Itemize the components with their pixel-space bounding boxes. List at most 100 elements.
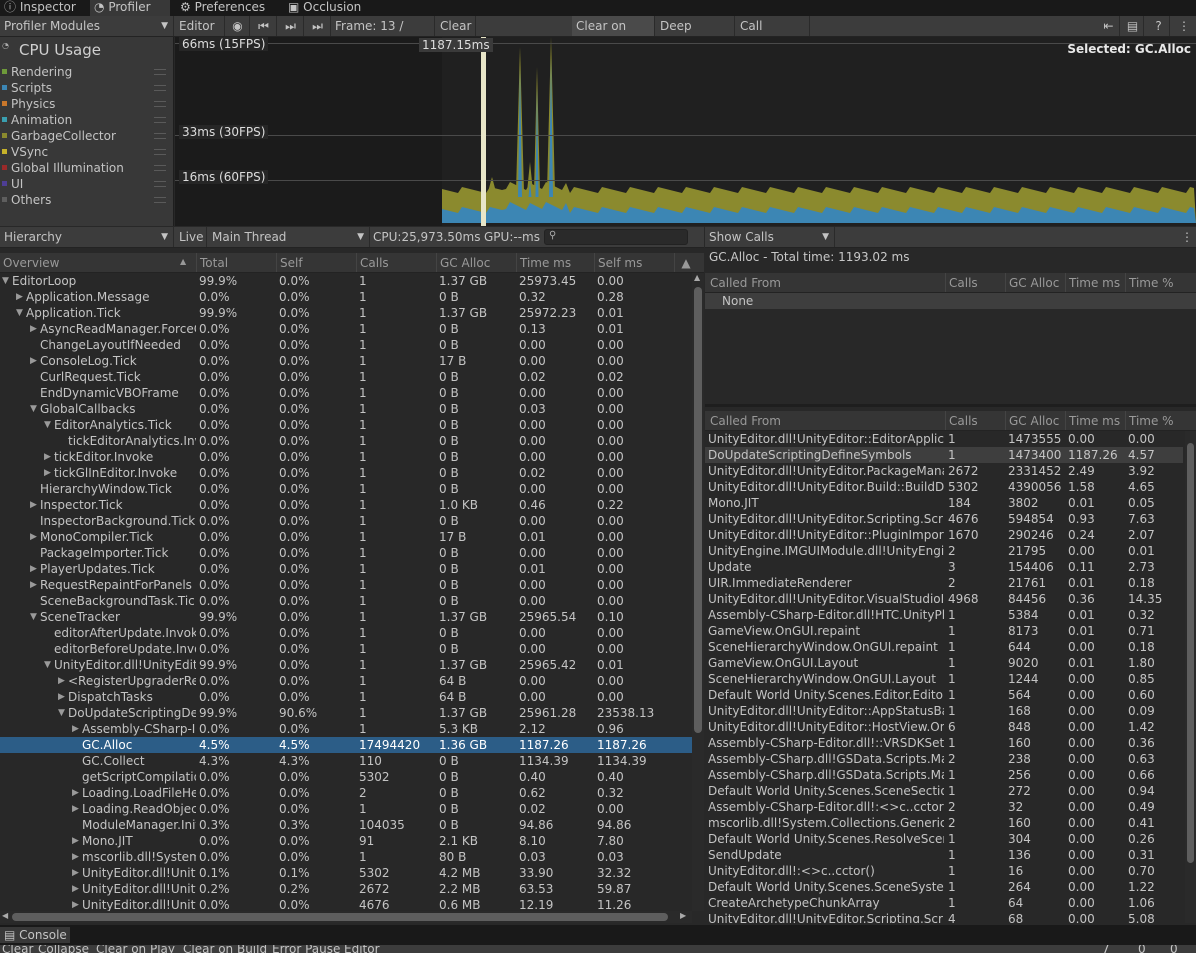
record-button[interactable]: ◉ — [226, 16, 250, 36]
list-item[interactable]: mscorlib.dll!System.Collections.Generic:… — [705, 815, 1183, 831]
table-row[interactable]: ModuleManager.Init 0.3% 0.3% 104035 0 B 94.86… — [0, 817, 692, 833]
col-self-ms[interactable]: Self ms — [594, 253, 674, 272]
scroll-thumb[interactable] — [1187, 443, 1194, 863]
drag-handle-icon[interactable] — [154, 101, 166, 107]
list-item[interactable]: UnityEditor.dll!UnityEditor::AppStatusBa… — [705, 703, 1183, 719]
list-item[interactable]: UnityEditor.dll!UnityEditor::HostView.On… — [705, 719, 1183, 735]
list-item[interactable]: SendUpdate 1 136 0.00 0.31 — [705, 847, 1183, 863]
expand-right-icon[interactable]: ▶ — [72, 721, 79, 737]
category-garbagecollector[interactable]: GarbageCollector — [0, 128, 172, 144]
table-row[interactable]: ▶ Application.Message 0.0% 0.0% 1 0 B 0.32 0.28 — [0, 289, 692, 305]
tab-occlusion[interactable]: ▣ Occlusion — [284, 0, 374, 16]
next-frame-button[interactable]: ⏭ — [278, 16, 304, 36]
thread-dropdown[interactable]: Main Thread ▼ — [208, 227, 370, 247]
drag-handle-icon[interactable] — [154, 85, 166, 91]
list-item[interactable]: Default World Unity.Scenes.ResolveScene 1… — [705, 831, 1183, 847]
list-item[interactable]: GameView.OnGUI.repaint 1 8173 0.01 0.71 — [705, 623, 1183, 639]
table-row[interactable]: ▶ Assembly-CSharp-I 0.0% 0.0% 1 5.3 KB 2.12 0.9… — [0, 721, 692, 737]
console-clear-on-build-button[interactable]: Clear on Build — [183, 945, 267, 953]
list-item[interactable]: Assembly-CSharp.dll!GSData.Scripts.Man 2 2… — [705, 751, 1183, 767]
col-time-ms[interactable]: Time ms — [516, 253, 594, 272]
list-item[interactable]: UnityEditor.dll!UnityEditor.PackageManag… — [705, 463, 1183, 479]
save-button[interactable]: ▤ — [1122, 16, 1144, 36]
expand-down-icon[interactable]: ▼ — [44, 657, 51, 673]
table-row[interactable]: SceneBackgroundTask.Tic 0.0% 0.0% 1 0 B 0.00 0… — [0, 593, 692, 609]
console-clear-button[interactable]: Clear — [2, 945, 33, 953]
table-row[interactable]: EndDynamicVBOFrame 0.0% 0.0% 1 0 B 0.00 0.00 — [0, 385, 692, 401]
expand-right-icon[interactable]: ▶ — [30, 577, 37, 593]
list-item[interactable]: UnityEditor.dll!UnityEditor.Scripting.Sc… — [705, 911, 1183, 923]
list-item[interactable]: SceneHierarchyWindow.OnGUI.repaint 1 644 0.… — [705, 639, 1183, 655]
expand-right-icon[interactable]: ▶ — [16, 289, 23, 305]
table-row[interactable]: ▶ mscorlib.dll!System. 0.0% 0.0% 1 80 B 0.03 0.… — [0, 849, 692, 865]
search-input[interactable]: ⚲ — [544, 229, 688, 245]
target-dropdown[interactable]: Editor ▼ — [175, 16, 225, 55]
table-row[interactable]: editorBeforeUpdate.Invo 0.0% 0.0% 1 0 B 0.00 0… — [0, 641, 692, 657]
console-editor-dropdown[interactable]: Editor — [344, 945, 380, 953]
col-time-ms[interactable]: Time ms — [1065, 273, 1125, 292]
tab-preferences[interactable]: ⚙ Preferences — [176, 0, 274, 16]
list-item[interactable]: DoUpdateScriptingDefineSymbols 1 1473400 11… — [705, 447, 1183, 463]
col-gc-alloc[interactable]: GC Alloc — [1005, 411, 1065, 430]
expand-right-icon[interactable]: ▶ — [44, 449, 51, 465]
table-row[interactable]: PackageImporter.Tick 0.0% 0.0% 1 0 B 0.00 0.00 — [0, 545, 692, 561]
list-item[interactable]: UnityEngine.IMGUIModule.dll!UnityEngine 2… — [705, 543, 1183, 559]
hierarchy-horizontal-scrollbar[interactable]: ◀ ▶ — [0, 911, 692, 923]
table-row[interactable]: ▶ AsyncReadManager.ForceC 0.0% 0.0% 1 0 B 0.13… — [0, 321, 692, 337]
expand-right-icon[interactable]: ▶ — [30, 321, 37, 337]
expand-down-icon[interactable]: ▼ — [30, 609, 37, 625]
clear-on-play-toggle[interactable]: Clear on Play — [572, 16, 655, 53]
table-row[interactable]: ▼ EditorAnalytics.Tick 0.0% 0.0% 1 0 B 0.00 0.0… — [0, 417, 692, 433]
console-error-pause-button[interactable]: Error Pause — [272, 945, 340, 953]
list-item[interactable]: GameView.OnGUI.Layout 1 9020 0.01 1.80 — [705, 655, 1183, 671]
list-item[interactable]: Mono.JIT 184 3802 0.01 0.05 — [705, 495, 1183, 511]
expand-down-icon[interactable]: ▼ — [44, 417, 51, 433]
list-item[interactable]: UIR.ImmediateRenderer 2 21761 0.01 0.18 — [705, 575, 1183, 591]
live-toggle[interactable]: Live — [175, 227, 207, 247]
table-row[interactable]: ▶ ConsoleLog.Tick 0.0% 0.0% 1 17 B 0.00 0.00 — [0, 353, 692, 369]
cpu-usage-chart[interactable]: 66ms (15FPS) 33ms (30FPS) 16ms (60FPS) 1… — [175, 37, 1196, 226]
view-mode-dropdown[interactable]: Hierarchy ▼ — [0, 227, 174, 247]
console-collapse-button[interactable]: Collapse — [38, 945, 89, 953]
frame-selection-marker[interactable] — [481, 37, 486, 226]
list-item[interactable]: Update 3 154406 0.11 2.73 — [705, 559, 1183, 575]
clear-button[interactable]: Clear — [436, 16, 476, 36]
current-frame-button[interactable]: ⏭ — [305, 16, 331, 36]
list-item[interactable]: UnityEditor.dll!UnityEditor.Scripting.Sc… — [705, 511, 1183, 527]
table-row[interactable]: InspectorBackground.Tick 0.0% 0.0% 1 0 B 0.00… — [0, 513, 692, 529]
call-stacks-toggle[interactable]: Call Stacks — [736, 16, 810, 53]
list-item[interactable]: Assembly-CSharp-Editor.dll!:<>c..cctor()… — [705, 799, 1183, 815]
col-total[interactable]: Total — [196, 253, 276, 272]
col-gc-alloc[interactable]: GC Alloc — [1005, 273, 1065, 292]
table-row[interactable]: ▶ <RegisterUpgraderRei 0.0% 0.0% 1 64 B 0.00 0.… — [0, 673, 692, 689]
table-row[interactable]: ▼ UnityEditor.dll!UnityEdito 99.9% 0.0% 1 1.3… — [0, 657, 692, 673]
table-row[interactable]: ▶ MonoCompiler.Tick 0.0% 0.0% 1 17 B 0.01 0.00 — [0, 529, 692, 545]
table-row[interactable]: ▶ PlayerUpdates.Tick 0.0% 0.0% 1 0 B 0.01 0.00 — [0, 561, 692, 577]
table-row[interactable]: GC.Alloc 4.5% 4.5% 17494420 1.36 GB 1187.26 11… — [0, 737, 692, 753]
list-item[interactable]: CreateArchetypeChunkArray 1 64 0.00 1.06 — [705, 895, 1183, 911]
col-self[interactable]: Self — [276, 253, 356, 272]
list-item[interactable]: UnityEditor.dll!UnityEditor.Build::Build… — [705, 479, 1183, 495]
table-row[interactable]: HierarchyWindow.Tick 0.0% 0.0% 1 0 B 0.00 0.00 — [0, 481, 692, 497]
col-time-pct[interactable]: Time % — [1125, 411, 1196, 430]
col-gc-alloc[interactable]: GC Alloc — [436, 253, 516, 272]
expand-right-icon[interactable]: ▶ — [30, 353, 37, 369]
scroll-thumb[interactable] — [694, 287, 702, 733]
table-row[interactable]: tickEditorAnalytics.Inv 0.0% 0.0% 1 0 B 0.00 0… — [0, 433, 692, 449]
expand-right-icon[interactable]: ▶ — [58, 673, 65, 689]
prev-frame-button[interactable]: ⏮ — [251, 16, 277, 36]
profiler-modules-dropdown[interactable]: Profiler Modules ▼ — [0, 16, 174, 36]
warning-count-badge[interactable]: 0 — [1138, 945, 1146, 953]
col-calls[interactable]: Calls — [945, 411, 1005, 430]
col-called-from[interactable]: Called From — [705, 411, 945, 430]
category-scripts[interactable]: Scripts — [0, 80, 172, 96]
error-count-badge[interactable]: 0 — [1170, 945, 1178, 953]
table-row[interactable]: ▶ Inspector.Tick 0.0% 0.0% 1 1.0 KB 0.46 0.22 — [0, 497, 692, 513]
h-scroll-thumb[interactable] — [12, 913, 668, 921]
col-calls[interactable]: Calls — [356, 253, 436, 272]
expand-right-icon[interactable]: ▶ — [72, 865, 79, 881]
list-item[interactable]: UnityEditor.dll!UnityEditor::PluginImpor… — [705, 527, 1183, 543]
drag-handle-icon[interactable] — [154, 197, 166, 203]
table-row[interactable]: editorAfterUpdate.Invoke 0.0% 0.0% 1 0 B 0.00… — [0, 625, 692, 641]
expand-down-icon[interactable]: ▼ — [30, 401, 37, 417]
